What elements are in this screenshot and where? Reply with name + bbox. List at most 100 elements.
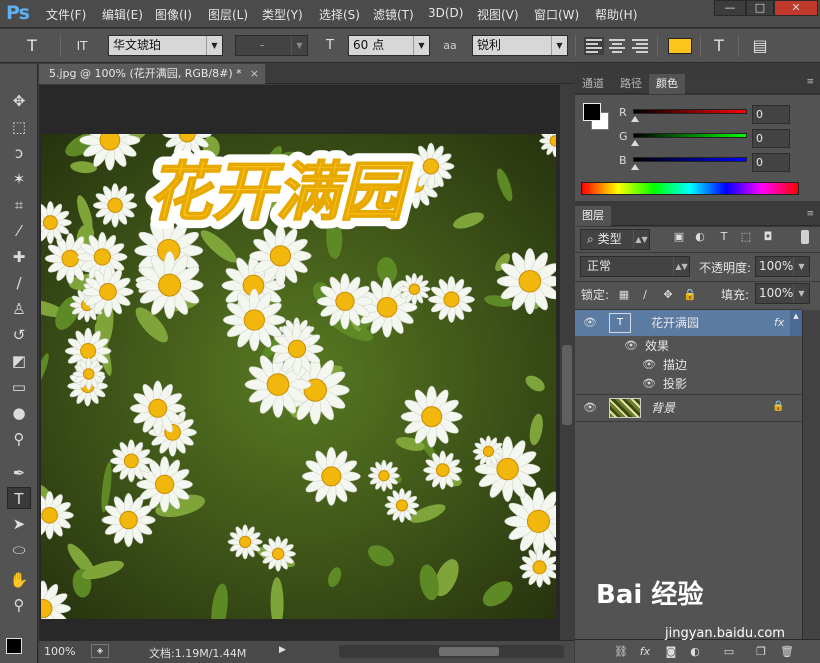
font-style-select[interactable]: - ▼ [235, 35, 308, 56]
text-orientation-icon[interactable]: IT [72, 36, 92, 56]
menu-help[interactable]: 帮助(H) [595, 6, 637, 23]
panel-menu-icon[interactable]: ≡ [806, 209, 814, 219]
green-slider[interactable]: G 0 [619, 129, 819, 149]
blend-mode-select[interactable]: 正常 ▲▼ [580, 256, 690, 277]
shape-filter-icon[interactable]: ⬚ [739, 230, 753, 244]
text-color-swatch[interactable] [668, 38, 692, 54]
path-selection-tool-icon[interactable]: ➤ [7, 513, 31, 535]
magic-wand-tool-icon[interactable]: ✶ [7, 168, 31, 190]
red-slider[interactable]: R 0 [619, 105, 819, 125]
document-tab[interactable]: 5.jpg @ 100% (花开满园, RGB/8#) * × [39, 64, 265, 84]
tab-layers[interactable]: 图层 [575, 206, 611, 226]
menu-select[interactable]: 选择(S) [319, 6, 360, 23]
zoom-level[interactable]: 100% [44, 645, 75, 658]
lock-position-icon[interactable]: ✥ [661, 288, 675, 302]
visibility-eye-icon[interactable]: 👁 [641, 376, 657, 392]
font-family-select[interactable]: 华文琥珀 ▼ [108, 35, 223, 56]
slider-handle[interactable] [631, 116, 639, 122]
red-value-input[interactable]: 0 [752, 105, 790, 124]
menu-image[interactable]: 图像(I) [155, 6, 192, 23]
menu-file[interactable]: 文件(F) [46, 6, 86, 23]
clone-stamp-tool-icon[interactable]: ♙ [7, 298, 31, 320]
menu-window[interactable]: 窗口(W) [534, 6, 579, 23]
blue-value-input[interactable]: 0 [752, 153, 790, 172]
marquee-tool-icon[interactable]: ⬚ [7, 116, 31, 138]
layers-scrollbar[interactable] [802, 310, 820, 639]
add-mask-icon[interactable]: ◙ [663, 644, 679, 660]
layer-effects-group[interactable]: 👁 效果 [607, 336, 802, 355]
link-layers-icon[interactable]: ⛓ [613, 644, 629, 660]
font-size-select[interactable]: 60 点 ▼ [348, 35, 430, 56]
adjustment-filter-icon[interactable]: ◐ [693, 230, 707, 244]
adjustment-layer-icon[interactable]: ◐ [687, 644, 703, 660]
visibility-eye-icon[interactable]: 👁 [582, 315, 598, 331]
pen-tool-icon[interactable]: ✒ [7, 462, 31, 484]
filter-toggle[interactable] [801, 230, 809, 244]
blue-slider[interactable]: B 0 [619, 153, 819, 173]
history-brush-tool-icon[interactable]: ↺ [7, 324, 31, 346]
close-icon[interactable]: × [250, 64, 259, 84]
menu-type[interactable]: 类型(Y) [262, 6, 303, 23]
image-filter-icon[interactable]: ▣ [672, 230, 686, 244]
green-value-input[interactable]: 0 [752, 129, 790, 148]
scroll-thumb[interactable] [562, 345, 572, 425]
gradient-tool-icon[interactable]: ▭ [7, 376, 31, 398]
collapse-effects-icon[interactable]: ▲ [790, 310, 802, 336]
ellipse-tool-icon[interactable]: ⬭ [7, 539, 31, 561]
fx-badge[interactable]: fx [774, 310, 784, 336]
eyedropper-tool-icon[interactable]: ⁄ [7, 220, 31, 242]
minimize-button[interactable]: — [714, 0, 746, 16]
horizontal-scrollbar[interactable] [339, 645, 564, 658]
new-group-icon[interactable]: ▭ [721, 644, 737, 660]
tab-paths[interactable]: 路径 [613, 74, 649, 94]
menu-edit[interactable]: 编辑(E) [102, 6, 143, 23]
healing-brush-tool-icon[interactable]: ✚ [7, 246, 31, 268]
opacity-input[interactable]: 100% ▼ [755, 256, 810, 277]
tab-channels[interactable]: 通道 [575, 74, 611, 94]
delete-layer-icon[interactable]: 🗑 [779, 644, 795, 660]
align-center-button[interactable] [607, 37, 627, 55]
move-tool-icon[interactable]: ✥ [7, 90, 31, 112]
slider-handle[interactable] [631, 164, 639, 170]
visibility-eye-icon[interactable]: 👁 [623, 338, 639, 354]
character-panel-icon[interactable]: ▤ [750, 36, 770, 56]
foreground-color-swatch[interactable] [6, 638, 22, 654]
lock-transparency-icon[interactable]: ▦ [617, 288, 631, 302]
new-layer-icon[interactable]: ❐ [753, 644, 769, 660]
color-spectrum[interactable] [581, 182, 799, 195]
foreground-color-box[interactable] [583, 103, 601, 121]
layer-row-text[interactable]: 👁 T 花开满园 fx ▲ [575, 310, 802, 336]
add-style-fx-icon[interactable]: fx [637, 644, 653, 660]
lock-pixels-icon[interactable]: ∕ [638, 288, 652, 302]
menu-3d[interactable]: 3D(D) [428, 6, 463, 20]
eraser-tool-icon[interactable]: ◩ [7, 350, 31, 372]
restore-button[interactable]: □ [746, 0, 774, 16]
antialias-select[interactable]: 锐利 ▼ [472, 35, 568, 56]
visibility-eye-icon[interactable]: 👁 [582, 400, 598, 416]
zoom-tool-icon[interactable]: ⚲ [7, 594, 31, 616]
visibility-eye-icon[interactable]: 👁 [641, 357, 657, 373]
menu-view[interactable]: 视图(V) [477, 6, 519, 23]
lasso-tool-icon[interactable]: ↄ [7, 142, 31, 164]
align-right-button[interactable] [630, 37, 650, 55]
canvas-text[interactable]: 花开满园 花开满园 [139, 147, 422, 239]
layer-effect-stroke[interactable]: 👁 描边 [607, 355, 802, 374]
slider-handle[interactable] [631, 140, 639, 146]
status-menu-arrow-icon[interactable]: ▶ [279, 645, 286, 655]
smart-object-filter-icon[interactable]: ◘ [761, 230, 775, 244]
layer-row-background[interactable]: 👁 背景 🔒 [575, 395, 802, 421]
type-tool-icon[interactable]: T [7, 487, 31, 509]
layer-effect-drop-shadow[interactable]: 👁 投影 [607, 374, 802, 393]
canvas-workspace[interactable]: 花开满园 花开满园 [39, 85, 559, 640]
brush-tool-icon[interactable]: ∕ [7, 272, 31, 294]
warp-text-icon[interactable]: T [709, 36, 729, 56]
hand-tool-icon[interactable]: ✋ [7, 569, 31, 591]
image-canvas[interactable]: 花开满园 花开满园 [41, 134, 556, 619]
layer-filter-select[interactable]: ⌕ 类型 ▲▼ [580, 229, 650, 250]
dodge-tool-icon[interactable]: ⚲ [7, 428, 31, 450]
menu-filter[interactable]: 滤镜(T) [373, 6, 414, 23]
lock-all-icon[interactable]: 🔒 [683, 288, 697, 302]
blur-tool-icon[interactable]: ● [7, 402, 31, 424]
vertical-scrollbar[interactable] [559, 85, 574, 640]
panel-menu-icon[interactable]: ≡ [806, 77, 814, 87]
